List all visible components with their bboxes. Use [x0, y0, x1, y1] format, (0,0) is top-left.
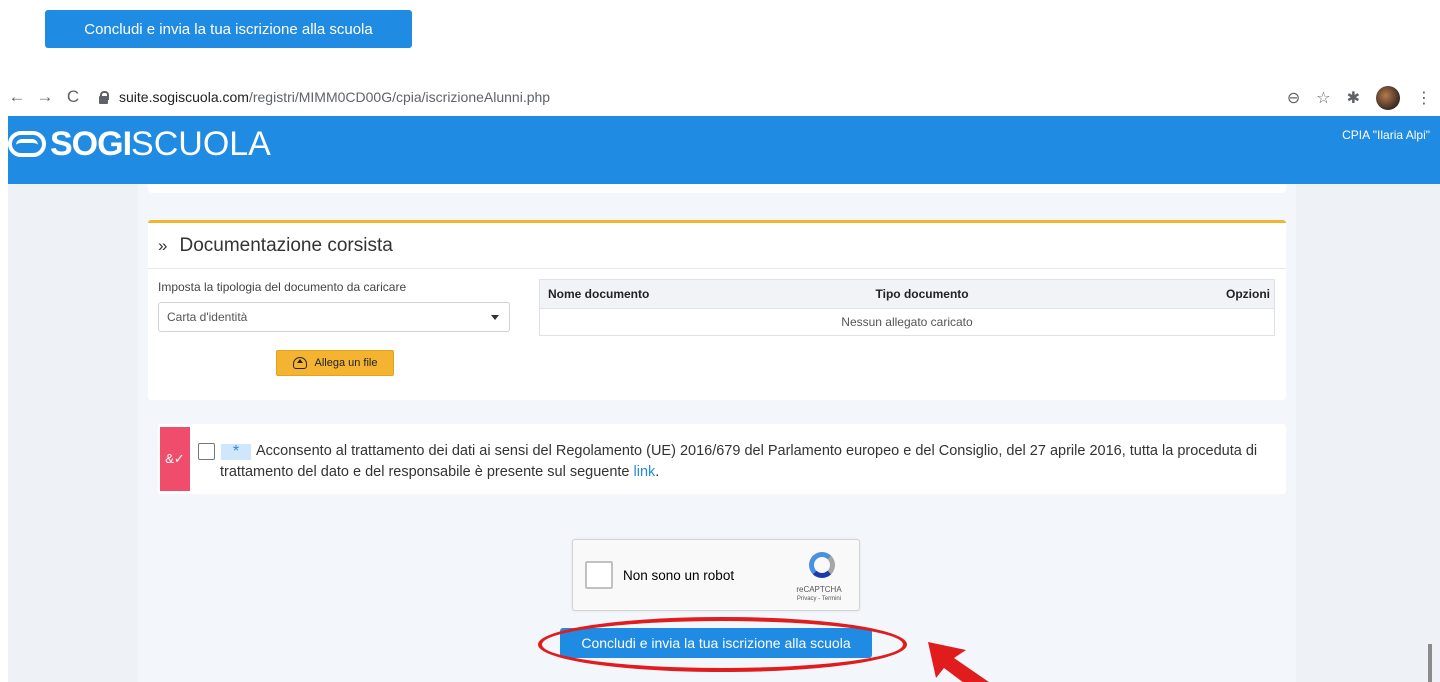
forward-icon[interactable]: → — [34, 86, 56, 108]
recaptcha-checkbox[interactable] — [585, 561, 613, 589]
empty-table-message: Nessun allegato caricato — [841, 314, 973, 329]
address-bar[interactable]: suite.sogiscuola.com/registri/MIMM0CD00G… — [98, 89, 550, 105]
recaptcha-widget: Non sono un robot reCAPTCHA Privacy - Te… — [572, 539, 860, 611]
required-asterisk-icon: * — [221, 444, 251, 460]
browser-menu-icon[interactable]: ⋮ — [1416, 88, 1432, 108]
document-type-value: Carta d'identità — [167, 310, 248, 324]
column-header: Opzioni — [1207, 279, 1275, 309]
privacy-link[interactable]: link — [634, 464, 656, 480]
cloud-upload-icon — [292, 357, 307, 369]
school-name: CPIA "Ilaria Alpi" — [1342, 128, 1430, 142]
extensions-icon[interactable]: ✱ — [1347, 88, 1360, 108]
profile-avatar[interactable] — [1376, 86, 1400, 110]
card-title: » Documentazione corsista — [158, 235, 393, 257]
documents-table: Nome documento Tipo documento Opzioni Ne… — [539, 279, 1275, 336]
document-type-label: Imposta la tipologia del documento da ca… — [158, 280, 407, 294]
previous-card-edge — [148, 184, 1286, 193]
divider — [148, 268, 1286, 269]
column-header: Tipo documento — [875, 279, 1208, 309]
documentation-title: Documentazione corsista — [179, 235, 393, 256]
app-header: SOGI SCUOLA CPIA "Ilaria Alpi" — [8, 116, 1440, 184]
recaptcha-logo-icon — [807, 550, 837, 580]
column-header: Nome documento — [539, 279, 876, 309]
back-icon[interactable]: ← — [6, 86, 28, 108]
url-host: suite.sogiscuola.com — [119, 89, 249, 105]
lock-icon — [98, 90, 109, 104]
user-check-icon: &✓ — [160, 427, 190, 491]
reload-icon[interactable]: C — [62, 86, 84, 108]
browser-actions: ⊖ ☆ ✱ ⋮ — [1287, 86, 1432, 110]
chevron-double-right-icon: » — [158, 236, 168, 255]
highlight-ellipse — [538, 617, 907, 672]
consent-end: . — [655, 464, 660, 480]
callout-submit-button[interactable]: Concludi e invia la tua iscrizione alla … — [45, 10, 412, 48]
documentation-card: » Documentazione corsista Imposta la tip… — [148, 220, 1286, 400]
document-type-select[interactable]: Carta d'identità — [158, 302, 510, 332]
logo-wave-icon — [8, 131, 46, 157]
browser-toolbar: ← → C suite.sogiscuola.com/registri/MIMM… — [0, 80, 1440, 114]
consent-card: &✓ Acconsento al trattamento dei dati ai… — [158, 424, 1286, 494]
url-path: /registri/MIMM0CD00G/cpia/iscrizioneAlun… — [248, 89, 551, 105]
bookmark-star-icon[interactable]: ☆ — [1316, 88, 1330, 108]
consent-body: Acconsento al trattamento dei dati ai se… — [220, 443, 1258, 480]
attach-file-label: Allega un file — [314, 357, 378, 369]
logo-text-bold: SOGI — [50, 124, 132, 163]
scrollbar-thumb[interactable] — [1428, 644, 1432, 682]
consent-text: Acconsento al trattamento dei dati ai se… — [220, 441, 1280, 483]
recaptcha-terms-link[interactable]: Privacy - Termini — [789, 596, 849, 602]
zoom-icon[interactable]: ⊖ — [1287, 88, 1300, 108]
attach-file-button[interactable]: Allega un file — [276, 350, 394, 376]
recaptcha-label: Non sono un robot — [623, 568, 735, 583]
consent-checkbox[interactable] — [198, 443, 215, 460]
logo-text-light: SCUOLA — [131, 124, 271, 163]
caret-down-icon — [491, 315, 499, 320]
annotation-arrow-icon — [928, 642, 989, 682]
recaptcha-brand: reCAPTCHA — [796, 585, 842, 594]
sogiscuola-logo[interactable]: SOGI SCUOLA — [8, 124, 271, 164]
